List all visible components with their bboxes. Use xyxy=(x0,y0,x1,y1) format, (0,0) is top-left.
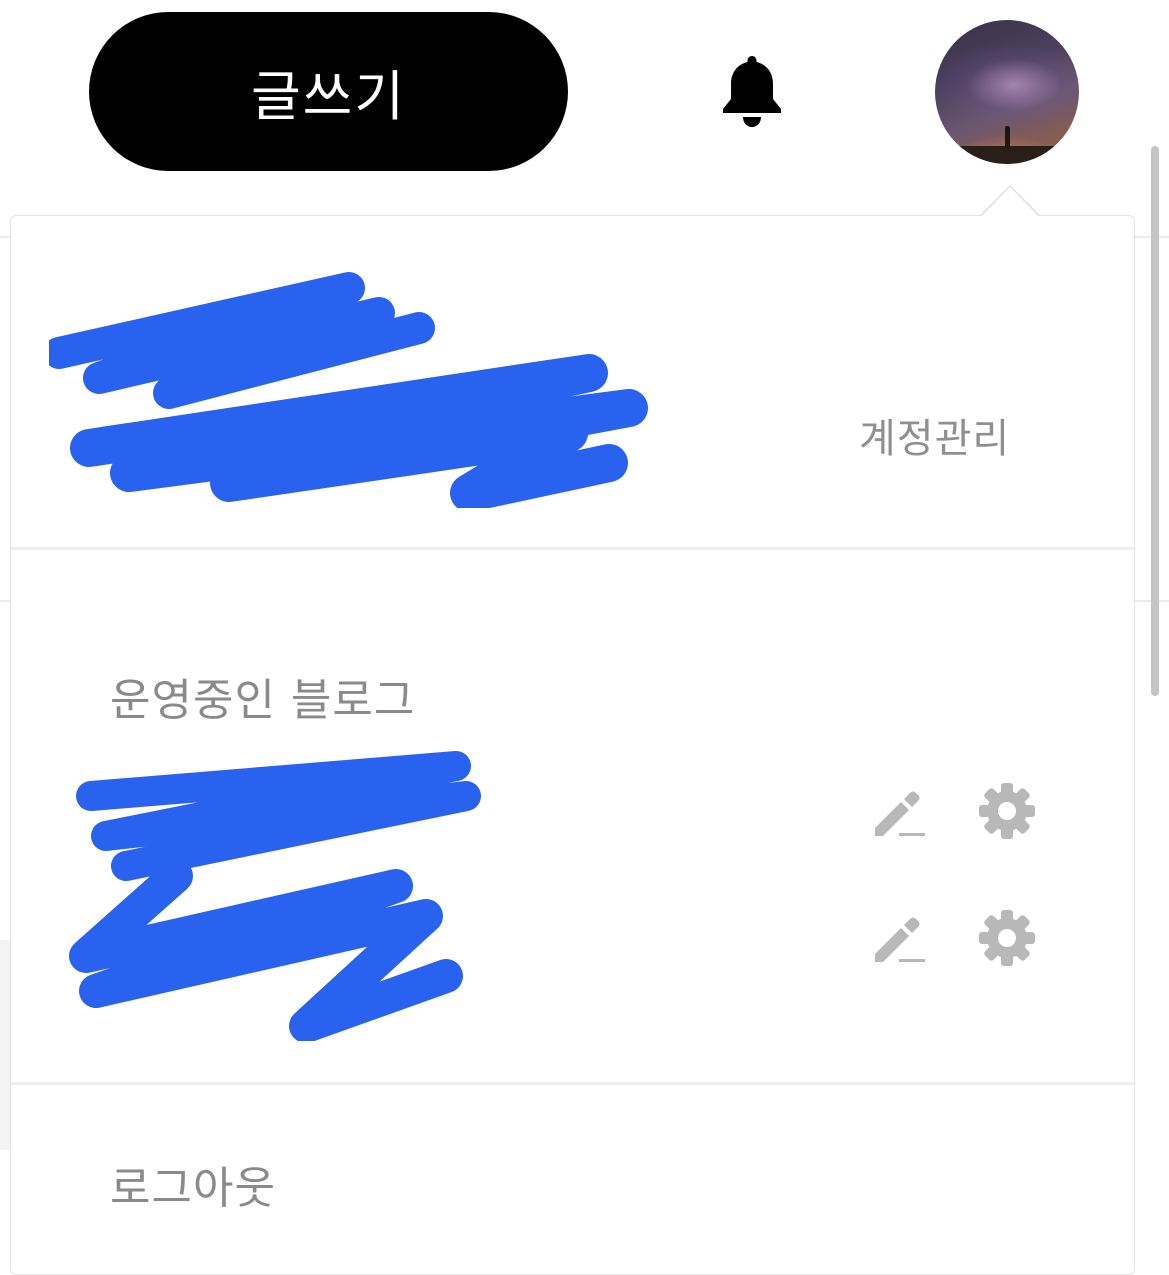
gear-icon xyxy=(979,783,1035,839)
blog-2-settings-button[interactable] xyxy=(977,908,1037,968)
blog-1-edit-button[interactable] xyxy=(869,782,929,842)
dropdown-arrow-inner xyxy=(982,187,1038,216)
blog-2-edit-button[interactable] xyxy=(869,908,929,968)
bell-icon[interactable] xyxy=(715,52,789,132)
avatar-figure xyxy=(1005,126,1010,148)
account-dropdown: 계정관리 운영중인 블로그 로그아웃 xyxy=(10,215,1135,1275)
logout-link[interactable]: 로그아웃 xyxy=(110,1152,276,1216)
dropdown-divider xyxy=(11,547,1134,550)
avatar[interactable] xyxy=(935,20,1079,164)
redacted-account-info xyxy=(49,258,649,508)
account-manage-link[interactable]: 계정관리 xyxy=(859,406,1010,464)
scrollbar[interactable] xyxy=(1151,146,1159,696)
dropdown-divider xyxy=(11,1082,1134,1085)
page-background-block xyxy=(0,940,10,1150)
write-button[interactable]: 글쓰기 xyxy=(89,12,568,171)
blogs-section-title: 운영중인 블로그 xyxy=(110,675,416,726)
pencil-icon xyxy=(875,917,925,962)
redacted-blog-names xyxy=(66,741,486,1041)
pencil-icon xyxy=(875,791,925,836)
blog-1-settings-button[interactable] xyxy=(977,781,1037,841)
avatar-ground xyxy=(935,146,1079,164)
gear-icon xyxy=(979,910,1035,966)
